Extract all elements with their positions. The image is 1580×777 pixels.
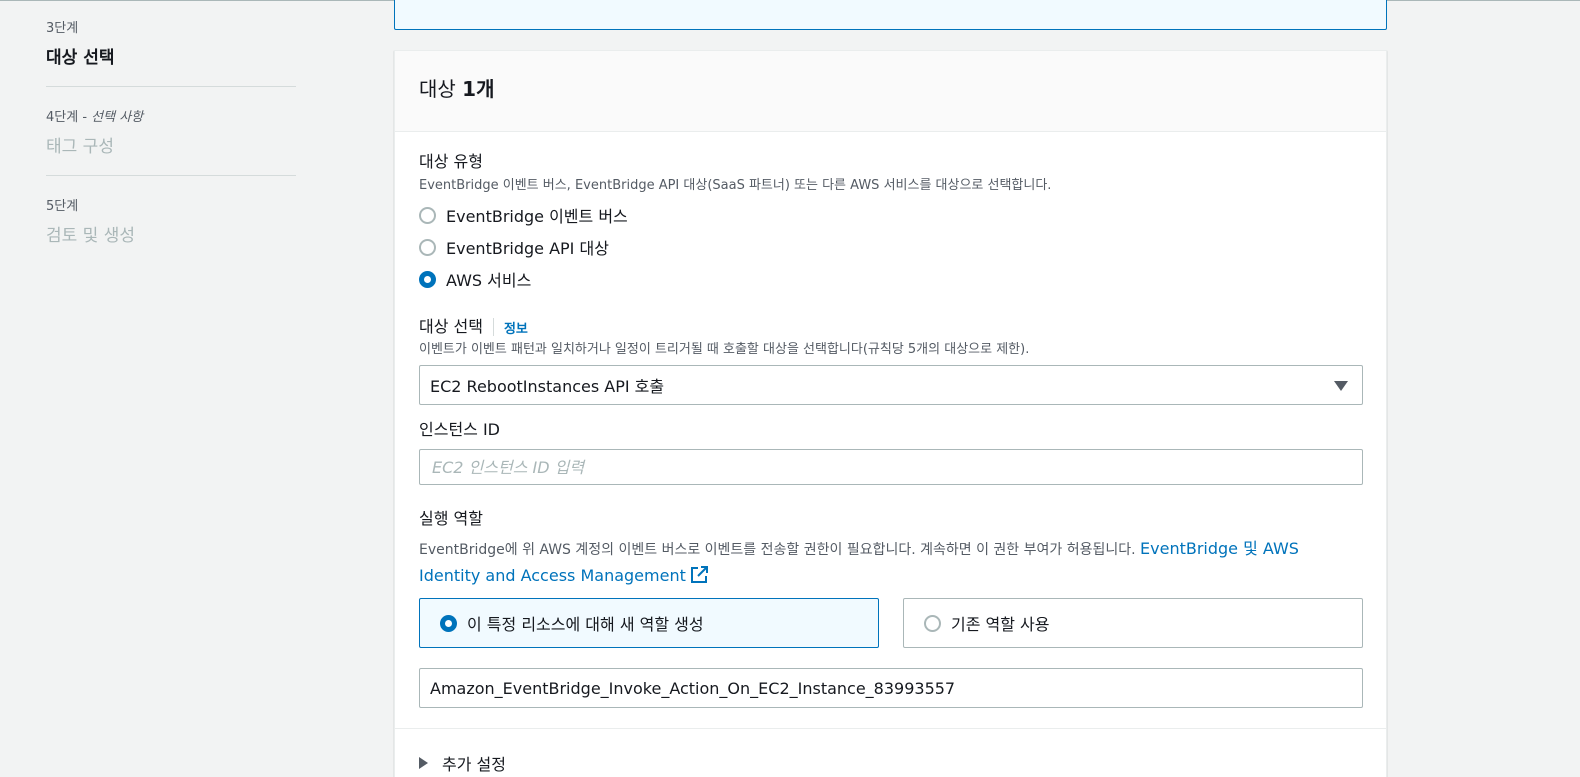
role-option-tiles: 이 특정 리소스에 대해 새 역할 생성 기존 역할 사용 [419, 598, 1363, 648]
additional-settings-label: 추가 설정 [442, 755, 506, 774]
instance-id-field: 인스턴스 ID [419, 419, 1363, 485]
tile-label: 이 특정 리소스에 대해 새 역할 생성 [467, 615, 704, 634]
execution-role-field: 실행 역할 EventBridge에 위 AWS 계정의 이벤트 버스로 이벤트… [419, 508, 1363, 708]
step-3[interactable]: 3단계 대상 선택 [46, 20, 296, 87]
role-name-value: Amazon_EventBridge_Invoke_Action_On_EC2_… [430, 678, 956, 698]
triangle-right-icon [419, 757, 428, 769]
execution-role-label: 실행 역할 [419, 509, 483, 528]
role-name-input[interactable]: Amazon_EventBridge_Invoke_Action_On_EC2_… [419, 668, 1363, 708]
radio-eventbridge-api-destination[interactable]: EventBridge API 대상 [419, 231, 1363, 263]
select-target-label: 대상 선택 [419, 317, 483, 336]
target-type-label: 대상 유형 [419, 152, 483, 171]
section-divider [395, 728, 1386, 729]
select-target-field: 대상 선택 정보 이벤트가 이벤트 패턴과 일치하거나 일정이 트리거될 때 호… [419, 315, 1363, 405]
target-panel: 대상 1개 대상 유형 EventBridge 이벤트 버스, EventBri… [394, 50, 1387, 777]
step-4-optional: 선택 사항 [91, 110, 144, 125]
step-5-title: 검토 및 생성 [46, 226, 136, 246]
divider [492, 318, 494, 336]
radio-button[interactable] [419, 238, 436, 256]
tile-label: 기존 역할 사용 [951, 615, 1050, 634]
step-3-number: 3단계 [46, 21, 79, 36]
step-4-number: 4단계 - [46, 110, 92, 125]
select-target-description: 이벤트가 이벤트 패턴과 일치하거나 일정이 트리거될 때 호출할 대상을 선택… [419, 342, 1030, 357]
radio-button[interactable] [924, 614, 941, 632]
panel-header: 대상 1개 [395, 51, 1386, 132]
radio-label: EventBridge API 대상 [446, 239, 609, 258]
radio-button[interactable] [419, 206, 436, 224]
tile-create-new-role[interactable]: 이 특정 리소스에 대해 새 역할 생성 [419, 598, 879, 648]
target-select-value: EC2 RebootInstances API 호출 [430, 377, 665, 396]
step-5-number: 5단계 [46, 199, 79, 214]
execution-role-description: EventBridge에 위 AWS 계정의 이벤트 버스로 이벤트를 전송할 … [419, 536, 1363, 590]
radio-label: EventBridge 이벤트 버스 [446, 207, 628, 226]
panel-title-count: 1개 [462, 77, 495, 101]
target-type-field: 대상 유형 EventBridge 이벤트 버스, EventBridge AP… [419, 151, 1363, 295]
additional-settings-expander[interactable]: 추가 설정 [419, 751, 1363, 775]
radio-label: AWS 서비스 [446, 271, 532, 290]
execution-role-description-text: EventBridge에 위 AWS 계정의 이벤트 버스로 이벤트를 전송할 … [419, 542, 1141, 558]
step-4-title: 태그 구성 [46, 137, 114, 157]
instance-id-input[interactable] [419, 449, 1363, 485]
instance-id-label: 인스턴스 ID [419, 420, 501, 439]
radio-button-checked[interactable] [440, 614, 457, 632]
info-alert-box [394, 0, 1387, 30]
target-type-radio-group: EventBridge 이벤트 버스 EventBridge API 대상 AW… [419, 199, 1363, 295]
wizard-steps: 3단계 대상 선택 4단계 - 선택 사항 태그 구성 5단계 검토 및 생성 [46, 20, 296, 286]
radio-eventbridge-event-bus[interactable]: EventBridge 이벤트 버스 [419, 199, 1363, 231]
step-5[interactable]: 5단계 검토 및 생성 [46, 198, 296, 264]
step-4[interactable]: 4단계 - 선택 사항 태그 구성 [46, 109, 296, 176]
info-link[interactable]: 정보 [504, 318, 528, 337]
step-3-title: 대상 선택 [46, 48, 115, 68]
tile-use-existing-role[interactable]: 기존 역할 사용 [903, 598, 1363, 648]
external-link-icon [690, 566, 708, 583]
target-type-description: EventBridge 이벤트 버스, EventBridge API 대상(S… [419, 178, 1052, 193]
radio-button-checked[interactable] [419, 270, 436, 288]
panel-title-text: 대상 [419, 77, 463, 101]
caret-down-icon [1334, 381, 1348, 391]
radio-aws-service[interactable]: AWS 서비스 [419, 263, 1363, 295]
target-select-dropdown[interactable]: EC2 RebootInstances API 호출 [419, 365, 1363, 405]
panel-title: 대상 1개 [419, 75, 1362, 103]
